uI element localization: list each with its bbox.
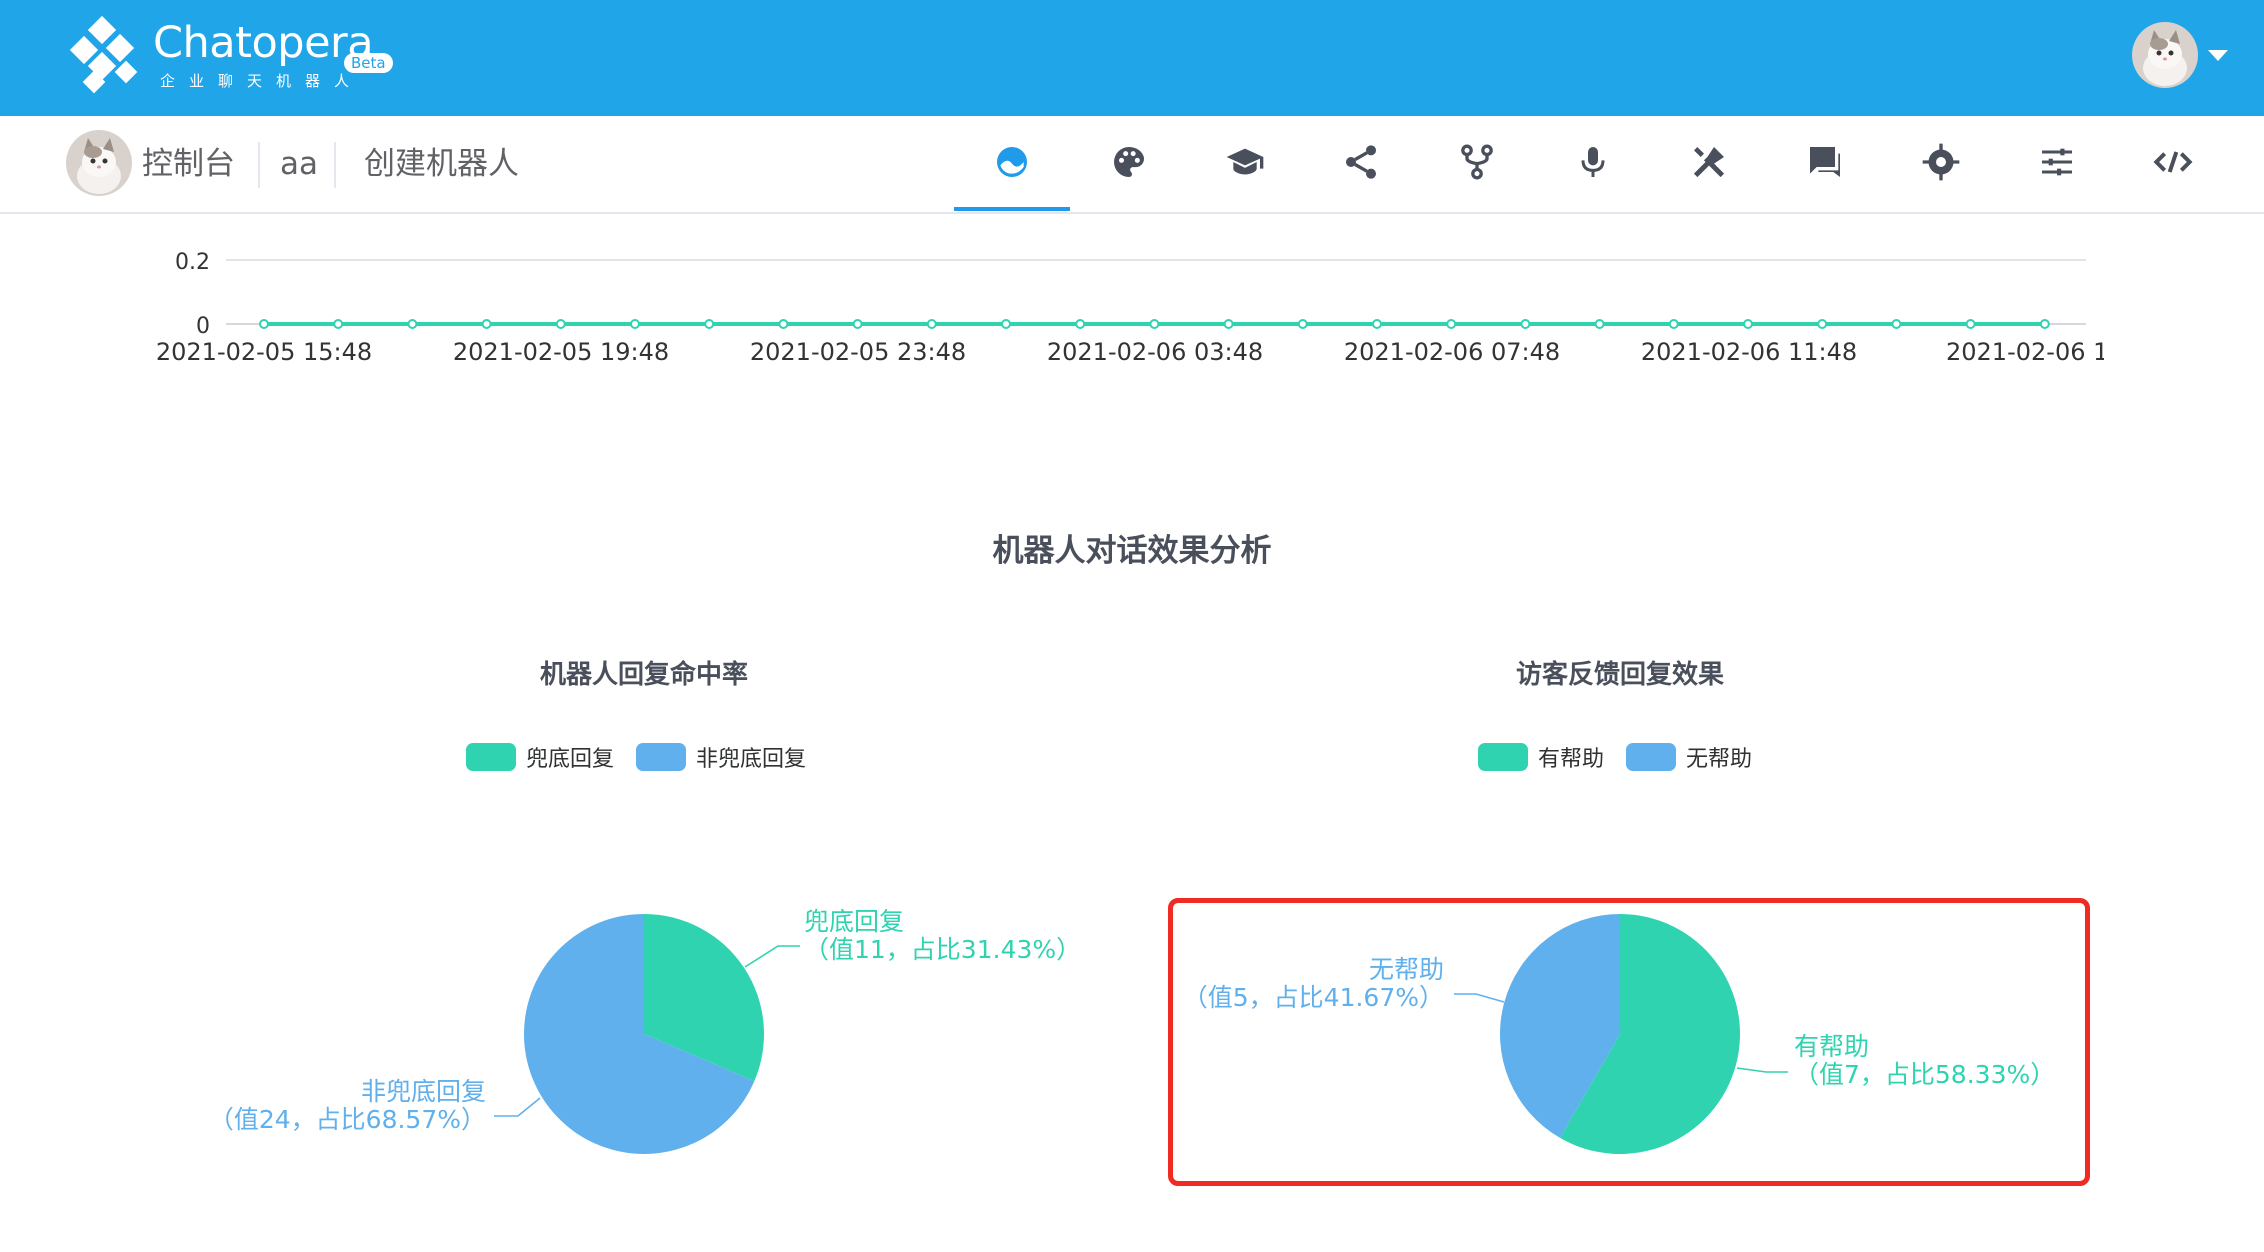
pie-slice-label: （值11，占比31.43%） [804,935,1081,964]
highlight-box [1168,898,2090,1186]
pie-label-leader [494,1097,541,1117]
pie-slice-label: 非兜底回复 [361,1077,486,1106]
pie-label-leader [744,945,800,968]
pie-slice-label: （值24，占比68.57%） [209,1105,486,1134]
pie-slice-label: 兜底回复 [804,907,904,936]
